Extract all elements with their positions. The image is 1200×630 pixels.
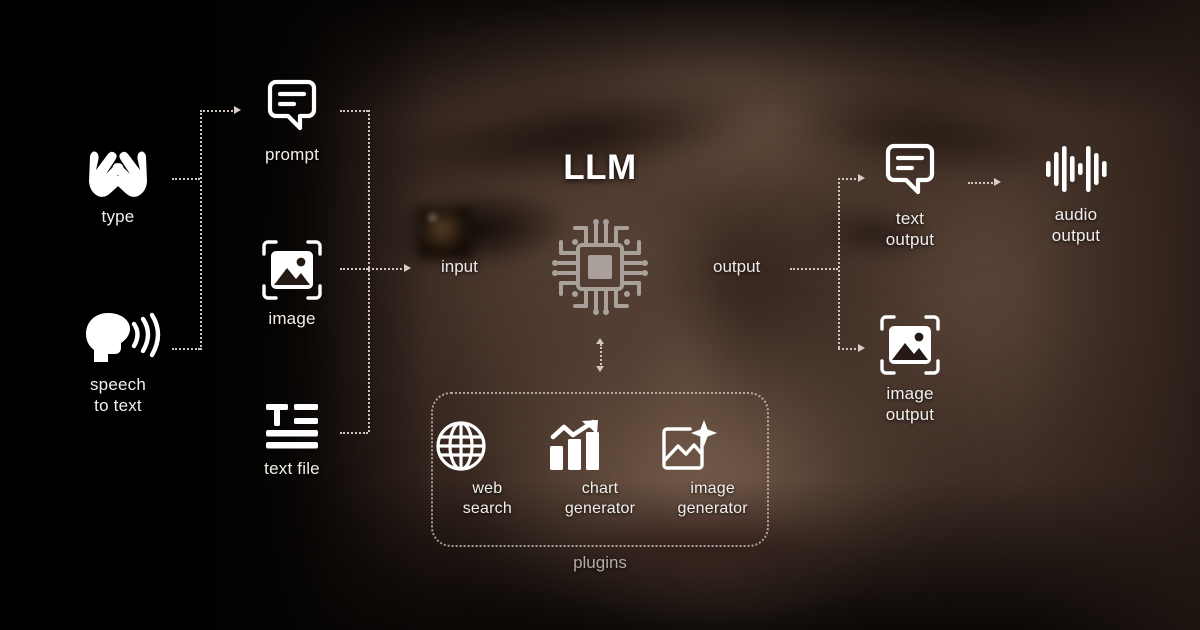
bar-chart-arrow-icon	[548, 419, 652, 472]
connector-text-to-audio	[968, 182, 996, 184]
plugins-caption: plugins	[573, 553, 627, 572]
input-modality-prompt-label: prompt	[264, 145, 320, 164]
image-frame-icon	[860, 315, 960, 375]
plugin-chart-generator[interactable]: chart generator	[548, 419, 652, 519]
connector-bus-to-text-output	[838, 178, 860, 180]
input-modality-prompt[interactable]: prompt	[242, 78, 342, 165]
input-modality-image-label: image	[268, 309, 316, 328]
arrowhead-to-audio-output	[994, 177, 1001, 186]
text-file-icon	[242, 400, 342, 450]
arrowhead-to-prompt	[234, 105, 241, 114]
plugin-image-generator-label: image generator	[677, 480, 748, 517]
connector-left-bus-vertical	[200, 110, 202, 350]
output-audio-output-label: audio output	[1051, 205, 1101, 245]
audio-waveform-icon	[1026, 142, 1126, 196]
plugin-web-search[interactable]: web search	[435, 420, 539, 519]
output-image-output-label: image output	[885, 384, 935, 424]
arrowhead-plugins-down	[595, 366, 604, 372]
llm-core-chip[interactable]	[545, 212, 655, 322]
output-image-output[interactable]: image output	[860, 315, 960, 425]
speech-bubble-icon	[860, 142, 960, 200]
plugin-web-search-label: web search	[462, 480, 512, 517]
globe-icon	[435, 420, 539, 472]
connector-text-file-to-bus	[340, 432, 368, 434]
output-audio-output[interactable]: audio output	[1026, 142, 1126, 246]
connector-output-bus-vertical	[838, 178, 840, 348]
output-text-output[interactable]: text output	[860, 142, 960, 250]
hands-icon	[58, 148, 178, 198]
plugin-image-generator[interactable]: image generator	[661, 420, 765, 519]
plugin-chart-generator-label: chart generator	[564, 480, 636, 517]
input-modality-text-file[interactable]: text file	[242, 400, 342, 479]
connector-bus-to-input	[368, 268, 406, 270]
output-flow-label: output	[713, 257, 761, 276]
input-source-speech-to-text[interactable]: speech to text	[58, 310, 178, 416]
llm-architecture-diagram: type speech to text prompt image text fi…	[0, 0, 1200, 630]
input-source-type[interactable]: type	[58, 148, 178, 227]
image-sparkle-icon	[661, 420, 765, 472]
connector-image-to-bus	[340, 268, 368, 270]
input-source-speech-to-text-label: speech to text	[89, 375, 147, 415]
llm-title: LLM	[563, 148, 637, 187]
output-text-output-label: text output	[885, 209, 935, 249]
input-modality-image[interactable]: image	[242, 240, 342, 329]
cpu-chip-icon	[545, 212, 655, 322]
connector-type-to-bus	[172, 178, 200, 180]
input-flow-label: input	[441, 257, 478, 276]
speech-bubble-icon	[242, 78, 342, 136]
arrowhead-to-input	[404, 263, 411, 272]
image-frame-icon	[242, 240, 342, 300]
connector-bus-to-image-output	[838, 348, 860, 350]
plugins-list: web search chart generator image generat…	[431, 392, 769, 547]
speaking-head-icon	[58, 310, 178, 366]
connector-bus-to-prompt	[200, 110, 236, 112]
input-modality-text-file-label: text file	[264, 459, 320, 478]
connector-output-to-bus	[790, 268, 838, 270]
connector-speech-to-bus	[172, 348, 200, 350]
input-source-type-label: type	[101, 207, 135, 226]
connector-prompt-to-bus	[340, 110, 368, 112]
connector-right-bus-vertical	[368, 110, 370, 432]
connector-chip-plugins	[600, 344, 602, 368]
